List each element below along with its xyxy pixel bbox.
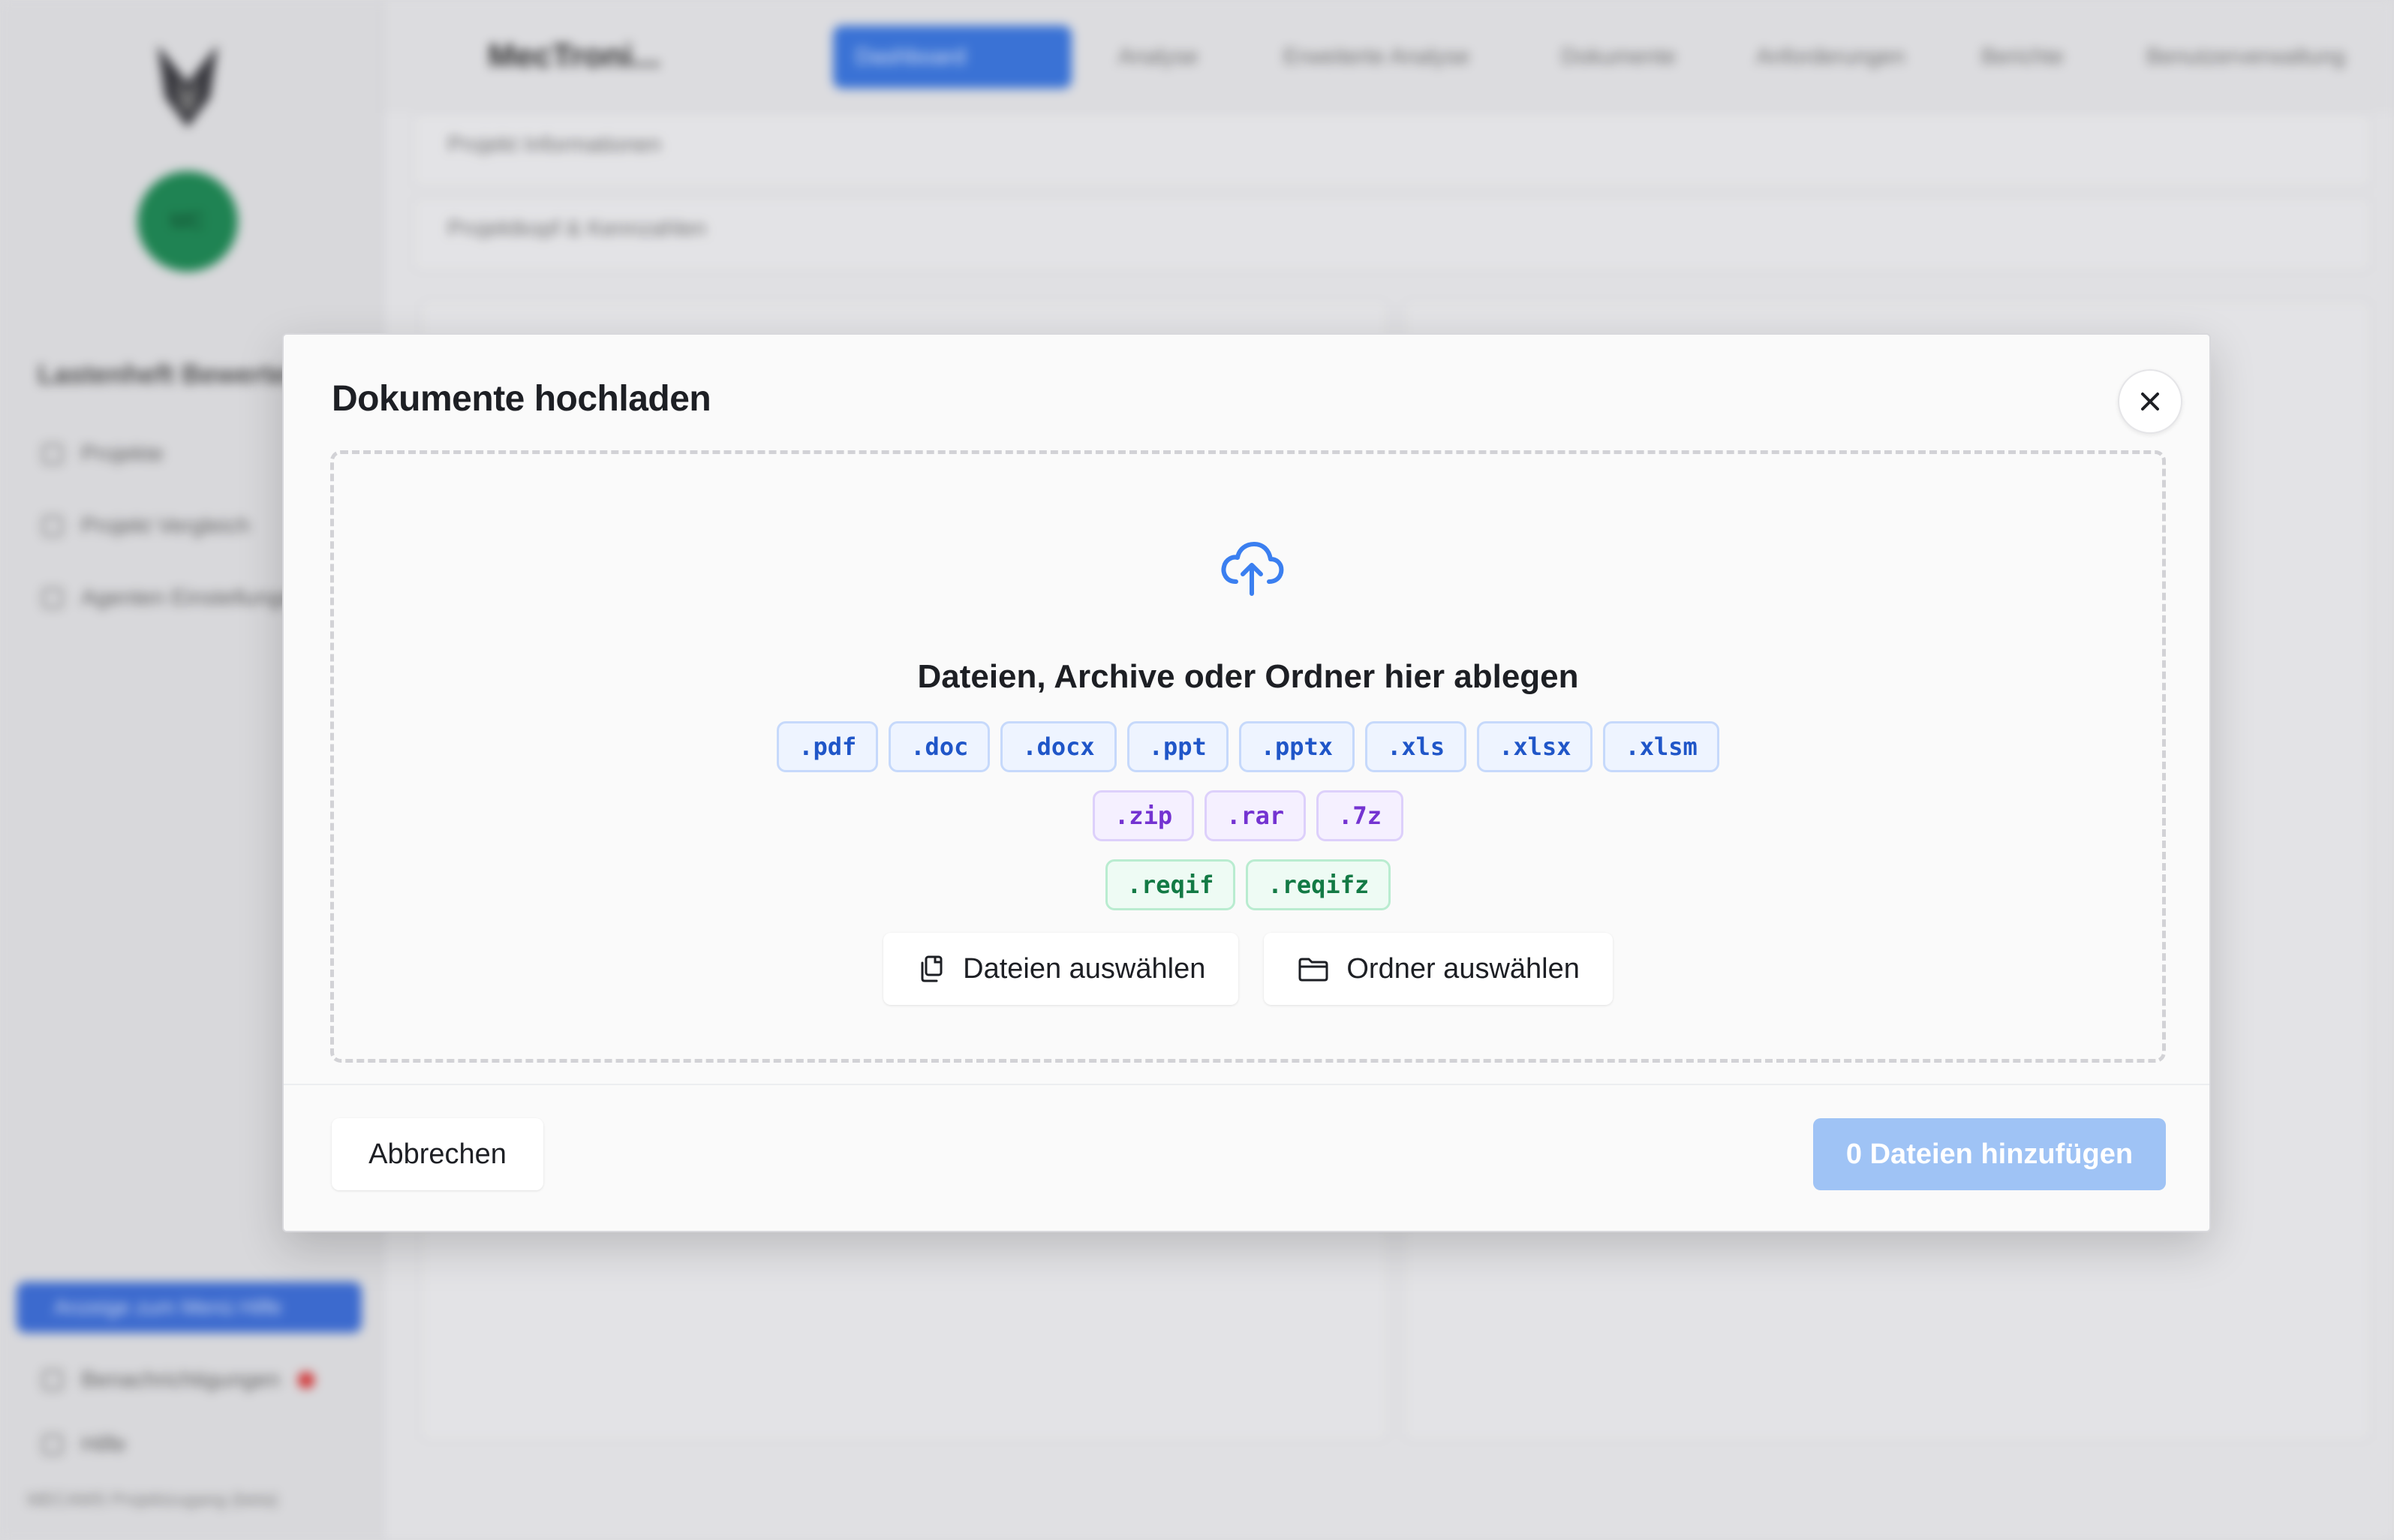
reqif-type-chip: .reqif (1105, 859, 1236, 910)
select-files-button[interactable]: Dateien auswählen (883, 933, 1239, 1005)
archive-type-chip: .7z (1316, 790, 1403, 841)
archive-type-chip: .rar (1205, 790, 1307, 841)
archive-types-row: .zip .rar .7z (334, 790, 2162, 841)
add-files-button[interactable]: 0 Dateien hinzufügen (1813, 1118, 2166, 1190)
file-type-chip: .docx (1000, 721, 1117, 772)
dialog-title: Dokumente hochladen (332, 379, 711, 419)
cloud-upload-icon (1221, 542, 1284, 596)
reqif-type-chip: .reqifz (1246, 859, 1391, 910)
file-type-chip: .pdf (777, 721, 879, 772)
file-type-chip: .xls (1365, 721, 1467, 772)
file-type-chip: .ppt (1126, 721, 1229, 772)
dropzone[interactable]: Dateien, Archive oder Ordner hier ablege… (330, 450, 2166, 1063)
document-types-row: .pdf .doc .docx .ppt .pptx .xls .xlsx .x… (334, 721, 2162, 772)
select-folder-label: Ordner auswählen (1346, 952, 1580, 985)
file-type-chip: .pptx (1238, 721, 1355, 772)
dropzone-title: Dateien, Archive oder Ordner hier ablege… (917, 658, 1579, 695)
file-type-chip: .xlsx (1477, 721, 1593, 772)
file-type-chip: .doc (889, 721, 991, 772)
archive-type-chip: .zip (1093, 790, 1195, 841)
folder-icon (1298, 958, 1328, 982)
file-type-chip: .xlsm (1603, 721, 1719, 772)
select-files-label: Dateien auswählen (963, 952, 1206, 985)
upload-dialog: Dokumente hochladen Dateien, Archive ode… (282, 333, 2211, 1232)
close-button[interactable] (2118, 369, 2182, 434)
close-icon (2141, 393, 2159, 411)
cancel-button[interactable]: Abbrechen (332, 1118, 543, 1190)
picker-buttons: Dateien auswählen Ordner auswählen (334, 933, 2162, 1005)
files-icon (921, 955, 943, 982)
select-folder-button[interactable]: Ordner auswählen (1264, 933, 1613, 1005)
reqif-types-row: .reqif .reqifz (334, 859, 2162, 910)
dialog-divider (284, 1084, 2209, 1085)
